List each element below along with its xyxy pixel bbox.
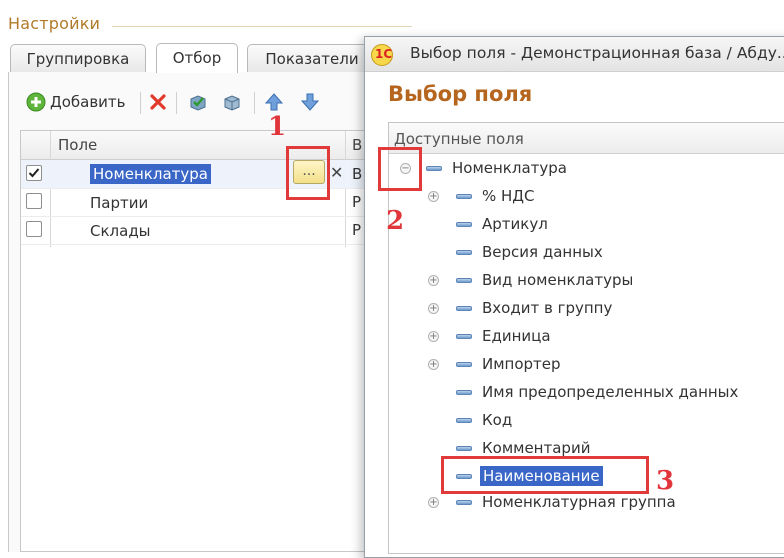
toolbar-separator [176, 92, 177, 114]
move-down-icon[interactable] [300, 92, 320, 112]
annotation-number-3: 3 [656, 466, 675, 496]
tree-item-in-group[interactable]: Входит в группу [482, 299, 612, 317]
field-icon [426, 166, 442, 171]
settings-divider [112, 26, 412, 27]
expand-icon[interactable]: + [428, 303, 439, 314]
uncheck-all-icon[interactable] [222, 92, 242, 112]
tree-item-unit[interactable]: Единица [482, 327, 551, 345]
settings-title: Настройки [8, 14, 101, 33]
toolbar-separator [140, 92, 141, 114]
field-icon [456, 250, 472, 255]
field-icon [456, 334, 472, 339]
tree-item-vat[interactable]: % НДС [482, 187, 535, 205]
checkmark-icon [28, 168, 40, 178]
field-icon [456, 222, 472, 227]
row-type-value: Р [352, 193, 362, 211]
tree-item-nomenclature-kind[interactable]: Вид номенклатуры [482, 271, 633, 289]
dialog-heading: Выбор поля [388, 82, 533, 106]
row-field-nomenclature[interactable]: Номенклатура [90, 164, 211, 184]
clear-field-icon[interactable]: ✕ [330, 163, 343, 182]
delete-icon[interactable] [148, 92, 168, 112]
expand-icon[interactable]: + [428, 359, 439, 370]
tab-grouping[interactable]: Группировка [10, 44, 146, 72]
row-checkbox[interactable] [26, 221, 42, 237]
annotation-box-3 [441, 456, 649, 494]
field-icon [456, 362, 472, 367]
row-checkbox[interactable] [26, 193, 42, 209]
column-header-field[interactable]: Поле [58, 131, 97, 159]
column-header-type[interactable]: В [352, 131, 362, 159]
tree-item-importer[interactable]: Импортер [482, 355, 561, 373]
app-logo-mark: 1С [375, 47, 393, 61]
field-icon [456, 390, 472, 395]
expand-icon[interactable]: + [428, 275, 439, 286]
field-icon [456, 306, 472, 311]
field-icon [456, 418, 472, 423]
move-up-icon[interactable] [264, 92, 284, 112]
check-all-icon[interactable] [188, 92, 208, 112]
tree-item-data-version[interactable]: Версия данных [482, 243, 603, 261]
expand-icon[interactable]: + [428, 331, 439, 342]
row-checkbox-checked[interactable] [26, 165, 42, 181]
tree-item-nomenclature-group[interactable]: Номенклатурная группа [482, 493, 676, 511]
row-field-batches[interactable]: Партии [90, 194, 148, 212]
tree-header-label: Доступные поля [394, 130, 524, 148]
tree-item-predefined-name[interactable]: Имя предопределенных данных [482, 383, 738, 401]
tree-item-nomenclature[interactable]: Номенклатура [452, 159, 567, 177]
expand-icon[interactable]: + [428, 191, 439, 202]
row-type-value: В [352, 165, 363, 183]
annotation-box-2 [378, 147, 422, 191]
add-button[interactable]: Добавить [50, 92, 126, 112]
field-icon [456, 278, 472, 283]
row-field-warehouses[interactable]: Склады [90, 222, 151, 240]
field-icon [456, 194, 472, 199]
annotation-number-2: 2 [386, 206, 405, 236]
tree-item-code[interactable]: Код [482, 411, 512, 429]
annotation-box-1 [286, 146, 330, 200]
field-icon [456, 500, 472, 505]
tab-indicators[interactable]: Показатели [247, 44, 377, 72]
tree-item-comment[interactable]: Комментарий [482, 439, 590, 457]
tree-item-article[interactable]: Артикул [482, 215, 548, 233]
field-icon [456, 446, 472, 451]
dialog-title: Выбор поля - Демонстрационная база / Абд… [410, 44, 784, 62]
table-row[interactable] [21, 216, 380, 245]
tab-filter[interactable]: Отбор [156, 43, 238, 73]
add-icon[interactable] [26, 92, 46, 112]
toolbar-separator [254, 92, 255, 114]
expand-icon[interactable]: + [428, 497, 439, 508]
row-type-value: Р [352, 221, 362, 239]
annotation-number-1: 1 [268, 112, 287, 142]
